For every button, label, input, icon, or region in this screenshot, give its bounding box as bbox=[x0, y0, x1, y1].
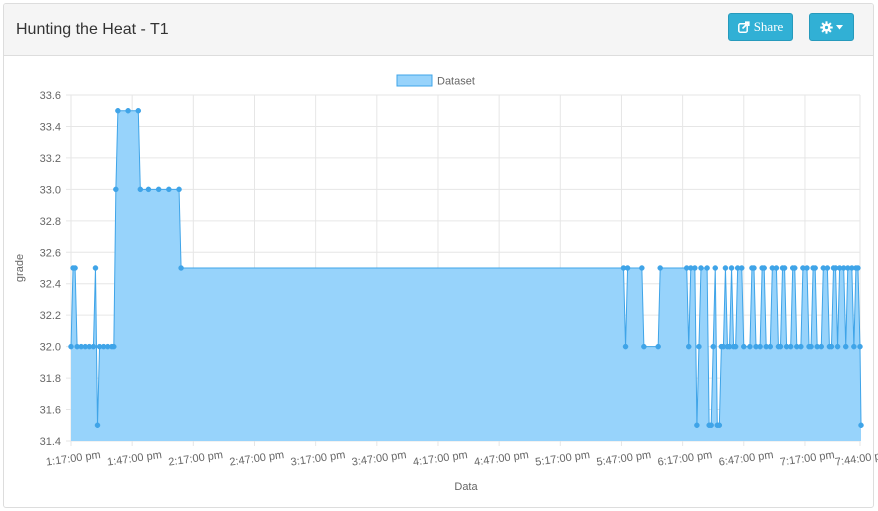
data-point bbox=[137, 186, 144, 193]
data-point bbox=[692, 265, 698, 271]
data-point bbox=[639, 265, 645, 271]
data-point bbox=[828, 343, 835, 350]
data-point bbox=[178, 265, 184, 271]
data-point bbox=[72, 265, 78, 271]
x-tick-label: 5:47:00 pm bbox=[596, 449, 652, 469]
y-tick-label: 31.8 bbox=[40, 373, 61, 385]
data-point bbox=[641, 343, 647, 350]
data-point bbox=[858, 422, 864, 429]
data-point bbox=[728, 265, 735, 271]
x-tick-label: 7:17:00 pm bbox=[779, 449, 835, 469]
x-tick-label: 2:17:00 pm bbox=[168, 449, 224, 469]
x-tick-label: 6:47:00 pm bbox=[718, 449, 774, 469]
data-point bbox=[622, 343, 629, 350]
data-point bbox=[176, 186, 182, 193]
data-point bbox=[145, 186, 152, 193]
data-point bbox=[757, 343, 763, 350]
legend[interactable]: Dataset bbox=[396, 74, 475, 88]
data-point bbox=[710, 343, 716, 350]
data-point bbox=[694, 422, 700, 429]
data-point bbox=[92, 265, 99, 271]
y-tick-label: 33.2 bbox=[40, 153, 61, 165]
data-point bbox=[732, 343, 739, 350]
x-tick-label: 3:47:00 pm bbox=[351, 449, 407, 469]
data-point bbox=[722, 265, 729, 271]
data-point bbox=[792, 265, 798, 271]
data-point bbox=[812, 265, 818, 271]
x-tick-label: 1:17:00 pm bbox=[45, 449, 101, 469]
x-tick-label: 3:17:00 pm bbox=[290, 449, 346, 469]
y-tick-label: 33.4 bbox=[40, 121, 61, 133]
plot-area bbox=[70, 110, 862, 441]
data-point bbox=[708, 422, 714, 429]
data-point bbox=[842, 343, 849, 350]
data-point bbox=[739, 265, 745, 271]
data-point bbox=[741, 343, 747, 350]
data-point bbox=[115, 107, 121, 114]
data-point bbox=[155, 186, 162, 193]
data-point bbox=[808, 343, 814, 350]
data-point bbox=[777, 343, 784, 350]
legend-label: Dataset bbox=[437, 76, 475, 88]
data-point bbox=[712, 265, 718, 271]
data-point bbox=[767, 343, 774, 350]
y-tick-label: 31.6 bbox=[40, 405, 61, 417]
data-point bbox=[804, 265, 810, 271]
x-tick-label: 2:47:00 pm bbox=[229, 449, 285, 469]
data-point bbox=[624, 265, 631, 271]
data-point bbox=[657, 265, 663, 271]
y-tick-label: 31.4 bbox=[40, 436, 61, 448]
x-tick-label: 4:47:00 pm bbox=[473, 449, 529, 469]
data-point bbox=[696, 343, 702, 350]
data-point bbox=[751, 265, 757, 271]
data-point bbox=[704, 265, 710, 271]
data-point bbox=[685, 343, 692, 350]
y-tick-label: 32.2 bbox=[40, 310, 61, 322]
data-point bbox=[716, 422, 723, 429]
x-tick-label: 4:17:00 pm bbox=[412, 449, 468, 469]
x-tick-label: 1:47:00 pm bbox=[106, 449, 162, 469]
y-tick-label: 32.8 bbox=[40, 216, 61, 228]
data-point bbox=[655, 343, 661, 350]
data-point bbox=[166, 186, 172, 193]
data-point bbox=[698, 265, 704, 271]
data-point bbox=[111, 343, 117, 350]
data-point bbox=[68, 343, 74, 350]
series-area bbox=[71, 110, 862, 441]
x-axis: 1:17:00 pm 1:47:00 pm 2:17:00 pm 2:47:00 pm… bbox=[45, 449, 878, 469]
data-point bbox=[834, 343, 841, 350]
data-point bbox=[787, 343, 794, 350]
data-point bbox=[798, 343, 804, 350]
data-point bbox=[125, 107, 131, 114]
data-point bbox=[94, 422, 101, 429]
data-point bbox=[135, 107, 142, 114]
y-tick-label: 32.6 bbox=[40, 247, 61, 259]
data-point bbox=[851, 343, 857, 350]
data-point bbox=[113, 186, 119, 193]
x-tick-label: 6:17:00 pm bbox=[657, 449, 713, 469]
area-chart: 33.6 33.4 33.2 33.0 32.8 32.6 32.4 32.2 32.0 31.8… bbox=[14, 74, 878, 493]
y-axis: 33.6 33.4 33.2 33.0 32.8 32.6 32.4 32.2 32.0 31.8… bbox=[40, 90, 61, 448]
y-tick-label: 32.4 bbox=[40, 279, 61, 291]
data-point bbox=[761, 265, 767, 271]
y-axis-title: grade bbox=[14, 254, 26, 282]
legend-swatch bbox=[396, 74, 433, 87]
data-point bbox=[747, 343, 753, 350]
y-tick-label: 33.6 bbox=[40, 90, 61, 102]
x-tick-label: 5:17:00 pm bbox=[535, 449, 591, 469]
data-point bbox=[818, 343, 825, 350]
data-point bbox=[90, 343, 97, 350]
y-tick-label: 32.0 bbox=[40, 342, 61, 354]
y-tick-label: 33.0 bbox=[40, 184, 61, 196]
data-point bbox=[773, 265, 780, 271]
data-point bbox=[781, 265, 788, 271]
data-point bbox=[857, 343, 863, 350]
x-tick-label: 7:44:00 pm bbox=[834, 449, 878, 469]
data-point bbox=[824, 265, 831, 271]
data-point bbox=[855, 265, 861, 271]
x-axis-title: Data bbox=[454, 481, 478, 493]
